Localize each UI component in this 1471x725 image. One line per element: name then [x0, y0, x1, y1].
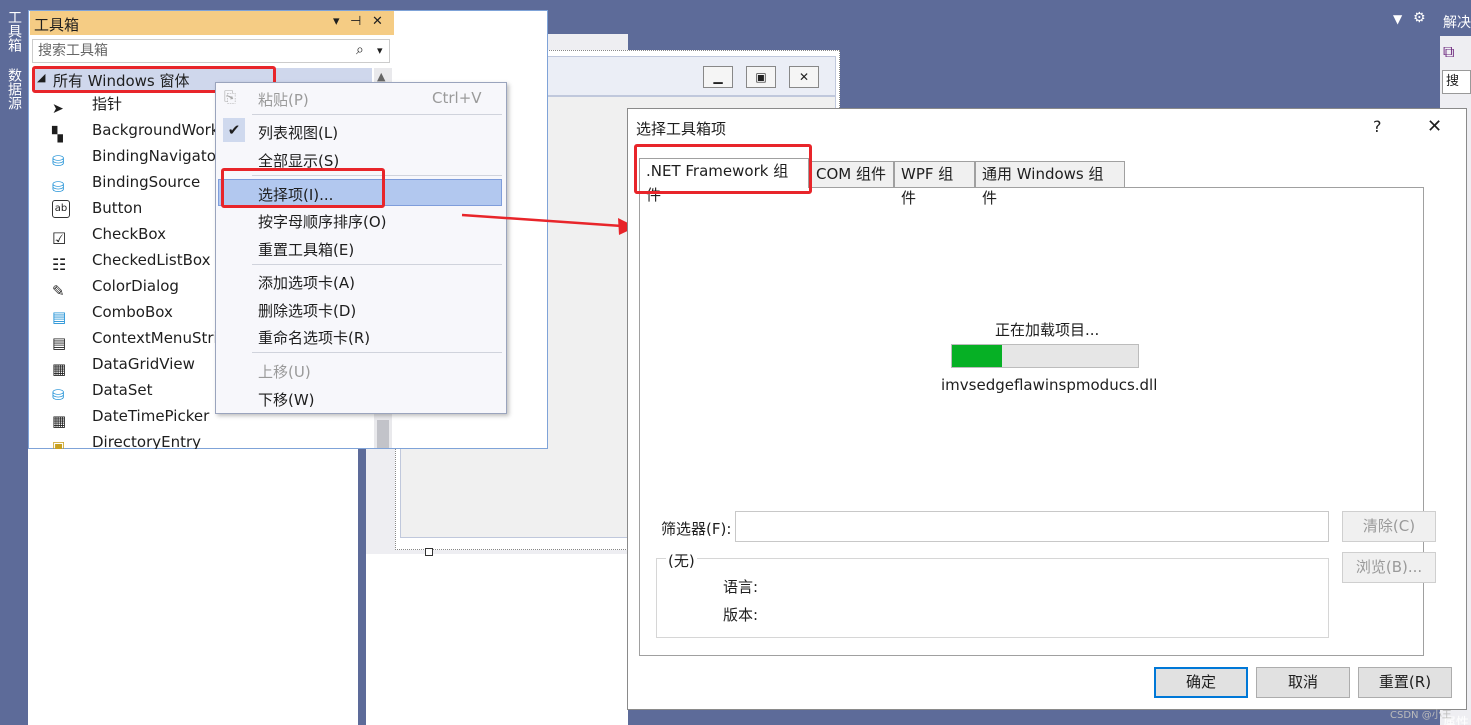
toolbox-menu-icon[interactable]: ▾ — [333, 14, 340, 29]
toolbox-item-label: DataGridView — [92, 355, 195, 373]
bindingnavigator-icon: ⛁ — [52, 151, 65, 170]
dropdown-icon[interactable]: ▼ — [1393, 12, 1402, 26]
browse-button[interactable]: 浏览(B)... — [1342, 552, 1436, 583]
toolbox-title: 工具箱 — [34, 16, 80, 34]
filter-input[interactable] — [735, 511, 1329, 542]
form-minimize-icon: ▁ — [703, 66, 733, 88]
toolbox-item-label: DataSet — [92, 381, 153, 399]
menu-separator — [252, 114, 502, 115]
tab-universal-windows[interactable]: 通用 Windows 组件 — [975, 161, 1125, 207]
menu-item-paste[interactable]: 粘贴(P) — [258, 89, 309, 110]
toolbox-item-label: DateTimePicker — [92, 407, 210, 425]
red-arrow-annotation — [461, 213, 636, 235]
search-dropdown-icon[interactable]: ▾ — [377, 44, 383, 57]
paste-icon: ⎘ — [224, 88, 237, 106]
help-icon[interactable]: ? — [1373, 117, 1382, 136]
reset-button[interactable]: 重置(R) — [1358, 667, 1452, 698]
toolbox-close-icon[interactable]: ✕ — [372, 14, 383, 29]
paste-shortcut: Ctrl+V — [432, 89, 482, 107]
bindingsource-icon: ⛁ — [52, 177, 65, 196]
dialog-close-icon[interactable]: ✕ — [1427, 116, 1442, 137]
menu-item-move-up[interactable]: 上移(U) — [258, 361, 311, 382]
scroll-thumb[interactable] — [377, 420, 389, 448]
dataset-icon: ⛁ — [52, 385, 65, 404]
left-strip-tab-toolbox[interactable]: 工具箱 — [6, 10, 24, 52]
dialog-title: 选择工具箱项 — [636, 120, 727, 138]
toolbox-item-label: BindingSource — [92, 173, 201, 191]
form-close-icon: ✕ — [789, 66, 819, 88]
language-label: 语言: — [723, 578, 759, 596]
menu-item-add-tab[interactable]: 添加选项卡(A) — [258, 272, 355, 293]
pointer-icon: ➤ — [52, 100, 64, 117]
clear-button[interactable]: 清除(C) — [1342, 511, 1436, 542]
form-maximize-icon: ▣ — [746, 66, 776, 88]
button-icon: ab — [52, 199, 70, 218]
selected-item-label: (无) — [666, 550, 697, 571]
toolbox-item-label: Button — [92, 199, 143, 217]
menu-separator — [252, 264, 502, 265]
tab-wpf[interactable]: WPF 组件 — [894, 161, 975, 207]
highlight-box-choose-items — [221, 168, 385, 208]
search-icon[interactable]: ⌕ — [356, 42, 364, 58]
menu-separator — [252, 352, 502, 353]
directoryentry-icon: ▣ — [52, 438, 66, 450]
toolbox-pin-icon[interactable]: ⊣ — [350, 14, 361, 29]
left-strip-tab-datasource[interactable]: 数据源 — [6, 68, 24, 110]
checkedlistbox-icon: ☷ — [52, 254, 67, 274]
toolbox-item-label: BindingNavigator — [92, 147, 223, 165]
menu-item-rename-tab[interactable]: 重命名选项卡(R) — [258, 327, 370, 348]
menu-item-reset-toolbox[interactable]: 重置工具箱(E) — [258, 239, 354, 260]
toolbox-item-label: CheckBox — [92, 225, 167, 243]
menu-item-delete-tab[interactable]: 删除选项卡(D) — [258, 300, 356, 321]
filter-label: 筛选器(F): — [661, 520, 732, 538]
tab-com[interactable]: COM 组件 — [809, 161, 894, 187]
solution-search-input[interactable]: 搜索 — [1442, 70, 1471, 94]
loading-file-name: imvsedgeflawinspmoducs.dll — [941, 376, 1158, 394]
toolbox-search-input[interactable] — [33, 40, 353, 62]
combobox-icon: ▤ — [52, 307, 67, 326]
toolbox-item-label: CheckedListBox — [92, 251, 211, 269]
toolbox-item-label: 指针 — [92, 95, 123, 113]
details-group-box — [656, 558, 1329, 638]
gear-icon[interactable]: ⚙ — [1413, 10, 1426, 26]
datetimepicker-icon: ▦ — [52, 411, 67, 430]
vs-icon[interactable]: ⧉ — [1443, 42, 1469, 64]
toolbox-item-label: DirectoryEntry — [92, 433, 202, 449]
cancel-button[interactable]: 取消 — [1256, 667, 1350, 698]
toolbox-item-label: BackgroundWorker — [92, 121, 235, 139]
backgroundworker-icon: ▚ — [52, 126, 63, 143]
form-resize-handle[interactable] — [425, 548, 433, 556]
menu-item-move-down[interactable]: 下移(W) — [258, 389, 315, 410]
checkmark-icon: ✔ — [223, 118, 245, 142]
menu-item-sort-alpha[interactable]: 按字母顺序排序(O) — [258, 211, 387, 232]
ok-button[interactable]: 确定 — [1154, 667, 1248, 698]
loading-text: 正在加载项目... — [995, 321, 1100, 339]
toolbox-item-label: ContextMenuStrip — [92, 329, 228, 347]
toolbox-search-box — [32, 39, 390, 63]
solution-explorer-title: 解决 — [1443, 15, 1471, 31]
toolbox-item-label: ComboBox — [92, 303, 173, 321]
datagridview-icon: ▦ — [52, 359, 67, 378]
loading-progress-bar — [951, 344, 1139, 368]
highlight-box-net-tab — [634, 144, 812, 194]
toolbox-item-label: ColorDialog — [92, 277, 179, 295]
toolbox-pane-background — [28, 448, 358, 725]
progress-fill — [952, 345, 1002, 367]
toolbox-item-directoryentry[interactable]: ▣ DirectoryEntry — [52, 429, 372, 449]
watermark: CSDN @小王 — [1390, 710, 1452, 721]
checkbox-icon: ☑ — [52, 228, 67, 248]
colordialog-icon: ✎ — [52, 281, 65, 300]
version-label: 版本: — [723, 606, 759, 624]
contextmenustrip-icon: ▤ — [52, 333, 67, 352]
menu-item-list-view[interactable]: 列表视图(L) — [258, 122, 338, 143]
